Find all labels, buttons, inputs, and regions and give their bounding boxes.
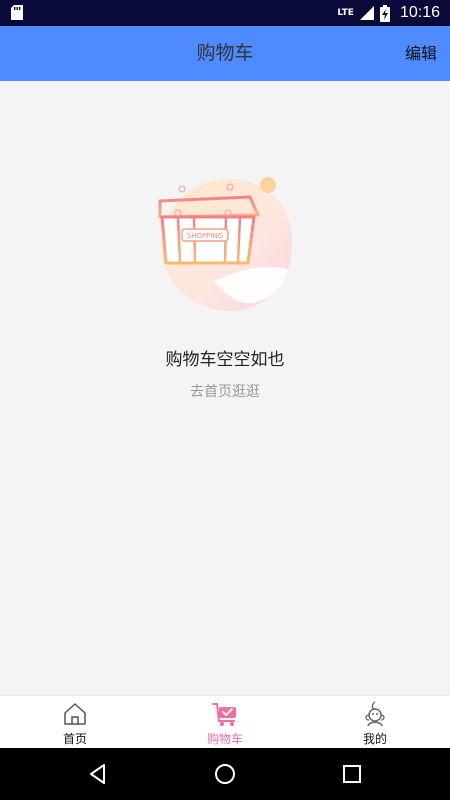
recents-icon[interactable]: [340, 762, 364, 786]
cart-content: SHOPPING 购物车空空如也 去首页逛逛: [0, 81, 450, 695]
edit-button[interactable]: 编辑: [405, 26, 437, 81]
empty-cart-title: 购物车空空如也: [165, 350, 285, 370]
cart-icon: [212, 703, 236, 726]
clock: 10:16: [399, 4, 440, 21]
network-type: LTE: [337, 8, 354, 18]
tab-home[interactable]: 首页: [0, 696, 150, 748]
sd-card-icon: [11, 5, 23, 20]
shopping-basket-icon: SHOPPING: [158, 177, 292, 311]
app-header: 购物车 编辑: [0, 26, 450, 81]
go-home-link[interactable]: 去首页逛逛: [0, 381, 450, 401]
signal-icon: [359, 6, 374, 20]
page-title: 购物车: [196, 42, 254, 64]
tab-cart[interactable]: 购物车: [150, 696, 300, 748]
tab-profile[interactable]: 我的: [300, 696, 450, 748]
home-icon: [64, 703, 86, 725]
profile-icon: [365, 701, 385, 727]
back-icon[interactable]: [86, 762, 110, 786]
tab-cart-label: 购物车: [206, 732, 243, 746]
status-bar: LTE 10:16: [0, 0, 450, 26]
illustration-text: SHOPPING: [187, 232, 223, 240]
home-circle-icon[interactable]: [213, 762, 237, 786]
system-nav-bar: [0, 748, 450, 800]
battery-charging-icon: [379, 4, 390, 22]
tab-profile-label: 我的: [362, 732, 387, 746]
bottom-tab-bar: 首页 购物车 我的: [0, 695, 450, 748]
tab-home-label: 首页: [62, 732, 87, 746]
